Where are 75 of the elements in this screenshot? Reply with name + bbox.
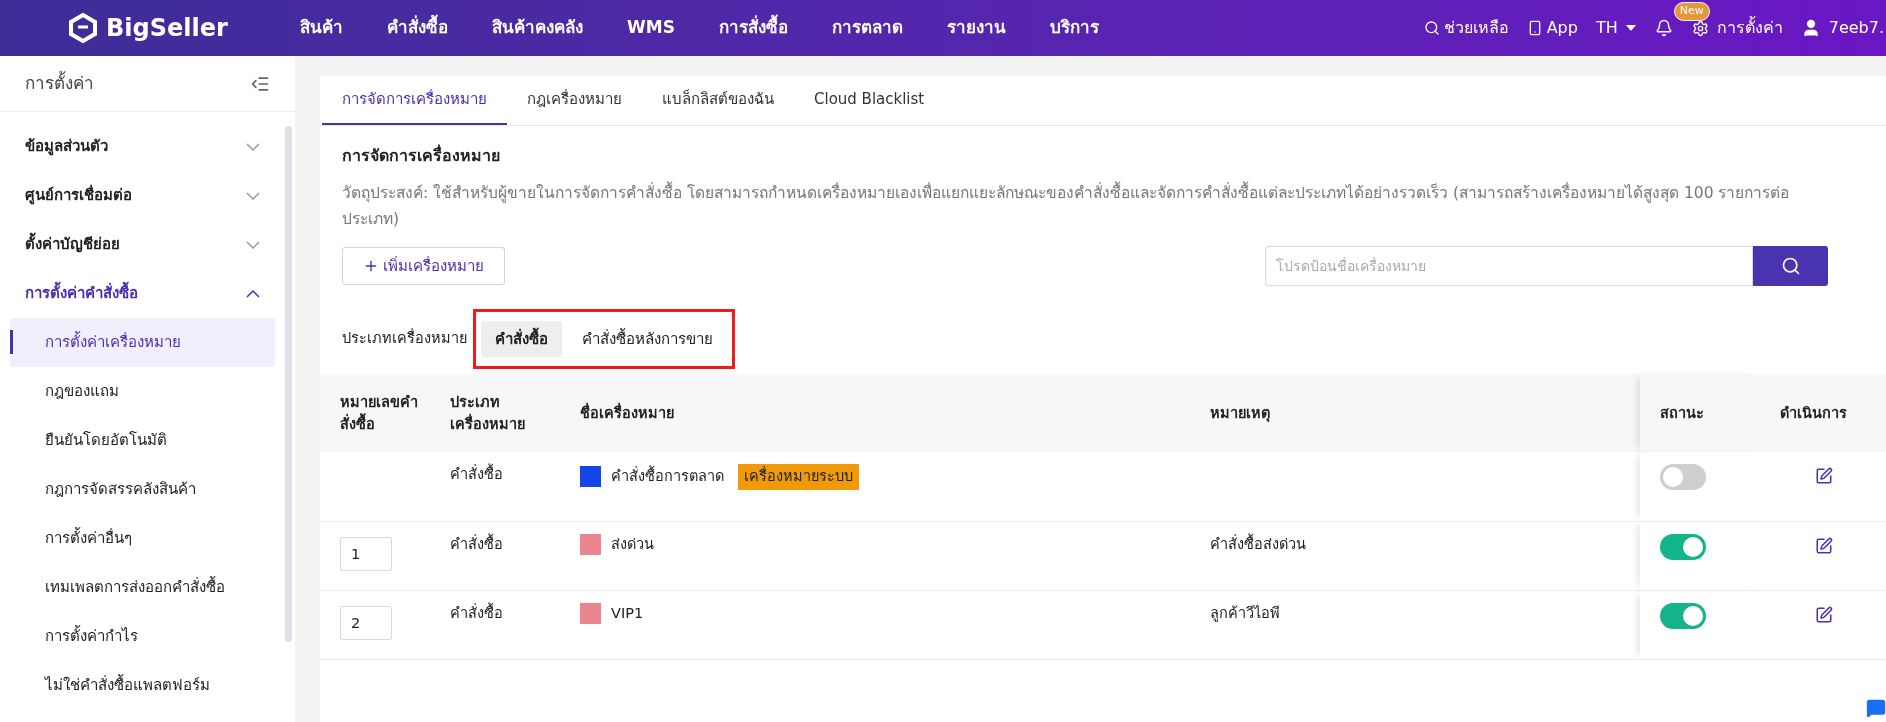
mark-type: คำสั่งซื้อ (450, 604, 503, 621)
type-option[interactable]: คำสั่งซื้อหลังการขาย (568, 321, 727, 357)
nav-menu-item[interactable]: รายงาน (946, 15, 1006, 41)
mark-note: คำสั่งซื้อส่งด่วน (1210, 535, 1306, 552)
search-button[interactable] (1753, 246, 1828, 286)
column-header: ประเภทเครื่องหมาย (450, 374, 580, 452)
tab[interactable]: กฎเครื่องหมาย (507, 76, 642, 125)
search-field[interactable]: โปรดป้อนชื่อเครื่องหมาย (1265, 246, 1753, 286)
bell-icon (1654, 19, 1673, 37)
status-toggle[interactable] (1660, 533, 1706, 560)
new-badge: New (1673, 2, 1710, 21)
nav-menu-item[interactable]: บริการ (1049, 15, 1099, 41)
edit-icon[interactable] (1815, 605, 1833, 624)
column-header: หมายเหตุ (1210, 374, 1640, 452)
section-title: การจัดการเครื่องหมาย (342, 144, 501, 167)
add-mark-button[interactable]: เพิ่มเครื่องหมาย (342, 247, 505, 285)
nav-menu-item[interactable]: คำสั่งซื้อ (387, 15, 448, 41)
sidebar-item[interactable]: การตั้งค่ากำไร (10, 612, 275, 661)
mark-name: คำสั่งซื้อการตลาด (611, 466, 724, 488)
sidebar-item[interactable]: การตั้งค่าเครื่องหมาย (10, 318, 275, 367)
nav-menu-item[interactable]: สินค้าคงคลัง (492, 15, 583, 41)
column-header: ดำเนินการ (1760, 374, 1886, 452)
order-number-field[interactable]: 2 (340, 605, 392, 640)
app-link[interactable]: App (1526, 16, 1578, 40)
chevron-down-icon (246, 240, 260, 249)
user-menu[interactable]: 7eeb7. (1800, 16, 1886, 40)
tab[interactable]: Cloud Blacklist (794, 76, 945, 125)
logo-text[interactable]: BigSeller (106, 10, 228, 46)
mark-name: ส่งด่วน (611, 534, 654, 554)
nav-menu-item[interactable]: การตลาด (831, 15, 903, 41)
sidebar-title: การตั้งค่า (25, 70, 94, 95)
chevron-down-icon (246, 142, 260, 151)
sidebar-item[interactable]: ยืนยันโดยอัตโนมัติ (10, 416, 275, 465)
column-header: ชื่อเครื่องหมาย (580, 374, 1210, 452)
language-dropdown[interactable]: TH (1595, 16, 1636, 40)
nav-menu-item[interactable]: การสั่งซื้อ (718, 15, 788, 41)
scrollbar[interactable] (285, 126, 292, 642)
order-number-field[interactable]: 1 (340, 536, 392, 571)
caret-icon (1625, 25, 1636, 31)
mark-note: ลูกค้าวีไอพี (1210, 604, 1280, 621)
nav-menu-item[interactable]: สินค้า (300, 15, 343, 41)
nav-menu-item[interactable]: WMS (627, 15, 675, 41)
tab[interactable]: แบล็กลิสต์ของฉัน (642, 76, 794, 125)
settings-icon (1691, 19, 1709, 37)
system-mark-badge: เครื่องหมายระบบ (738, 464, 859, 490)
sidebar-item[interactable]: การตั้งค่าอื่นๆ (10, 514, 275, 563)
description-text: วัตถุประสงค์: ใช้สำหรับผู้ขายในการจัดการคำสั่งซื้อ โดยสามารถกำหนดเครื่องหมายเองเพื่อแยกแยะลักษณะของคำสั่งซื้อและจัดการคำสั่งซื้อแต่ละประเภทได้อย่างรวดเร็ว (สามารถสร้างเครื่องหมายได้สูงสุด 100 รายการต่อประเภท) (342, 180, 1792, 232)
column-header: สถานะ (1640, 374, 1760, 452)
status-toggle[interactable] (1660, 464, 1706, 490)
column-header: หมายเลขคำสั่งซื้อ (320, 374, 450, 452)
sidebar-item[interactable]: เทมเพลตการส่งออกคำสั่งซื้อ (10, 563, 275, 612)
sidebar-group[interactable]: ตั้งค่าบัญชีย่อย (0, 220, 285, 269)
sidebar-item[interactable]: กฎของแถม (10, 367, 275, 416)
plus-icon (363, 258, 379, 274)
mark-type: คำสั่งซื้อ (450, 535, 503, 552)
active-indicator (10, 330, 13, 354)
help-link[interactable]: ช่วยเหลือ (1423, 16, 1509, 40)
search-icon (1423, 20, 1440, 36)
type-option[interactable]: คำสั่งซื้อ (481, 321, 562, 357)
edit-icon[interactable] (1815, 536, 1833, 555)
sidebar-group[interactable]: การตั้งค่าคำสั่งซื้อ (0, 269, 285, 318)
sidebar-group[interactable]: ศูนย์การเชื่อมต่อ (0, 171, 285, 220)
status-toggle[interactable] (1660, 602, 1706, 629)
logo-icon (68, 13, 98, 43)
filter-label: ประเภทเครื่องหมาย (342, 328, 467, 349)
edit-icon[interactable] (1815, 467, 1833, 485)
sidebar-item[interactable]: ไม่ใช่คำสั่งซื้อแพลตฟอร์ม (10, 661, 275, 710)
sidebar-group[interactable]: ข้อมูลส่วนตัว (0, 122, 285, 171)
search-icon (1780, 256, 1801, 276)
chevron-down-icon (246, 191, 260, 200)
sidebar-item[interactable]: กฎการจัดสรรคลังสินค้า (10, 465, 275, 514)
chevron-up-icon (246, 289, 260, 298)
tab[interactable]: การจัดการเครื่องหมาย (322, 76, 507, 125)
mark-name: VIP1 (611, 603, 644, 623)
chat-icon[interactable] (1866, 698, 1886, 718)
